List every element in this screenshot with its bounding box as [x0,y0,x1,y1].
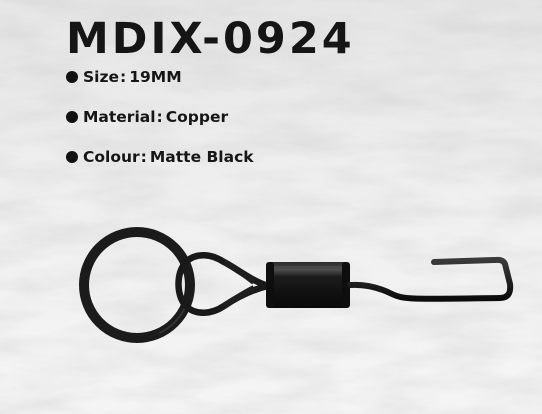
hook-wire [347,256,514,302]
swivel-barrel [266,262,350,308]
split-ring [79,227,195,343]
ring-swivel-hook-icon [79,227,514,343]
